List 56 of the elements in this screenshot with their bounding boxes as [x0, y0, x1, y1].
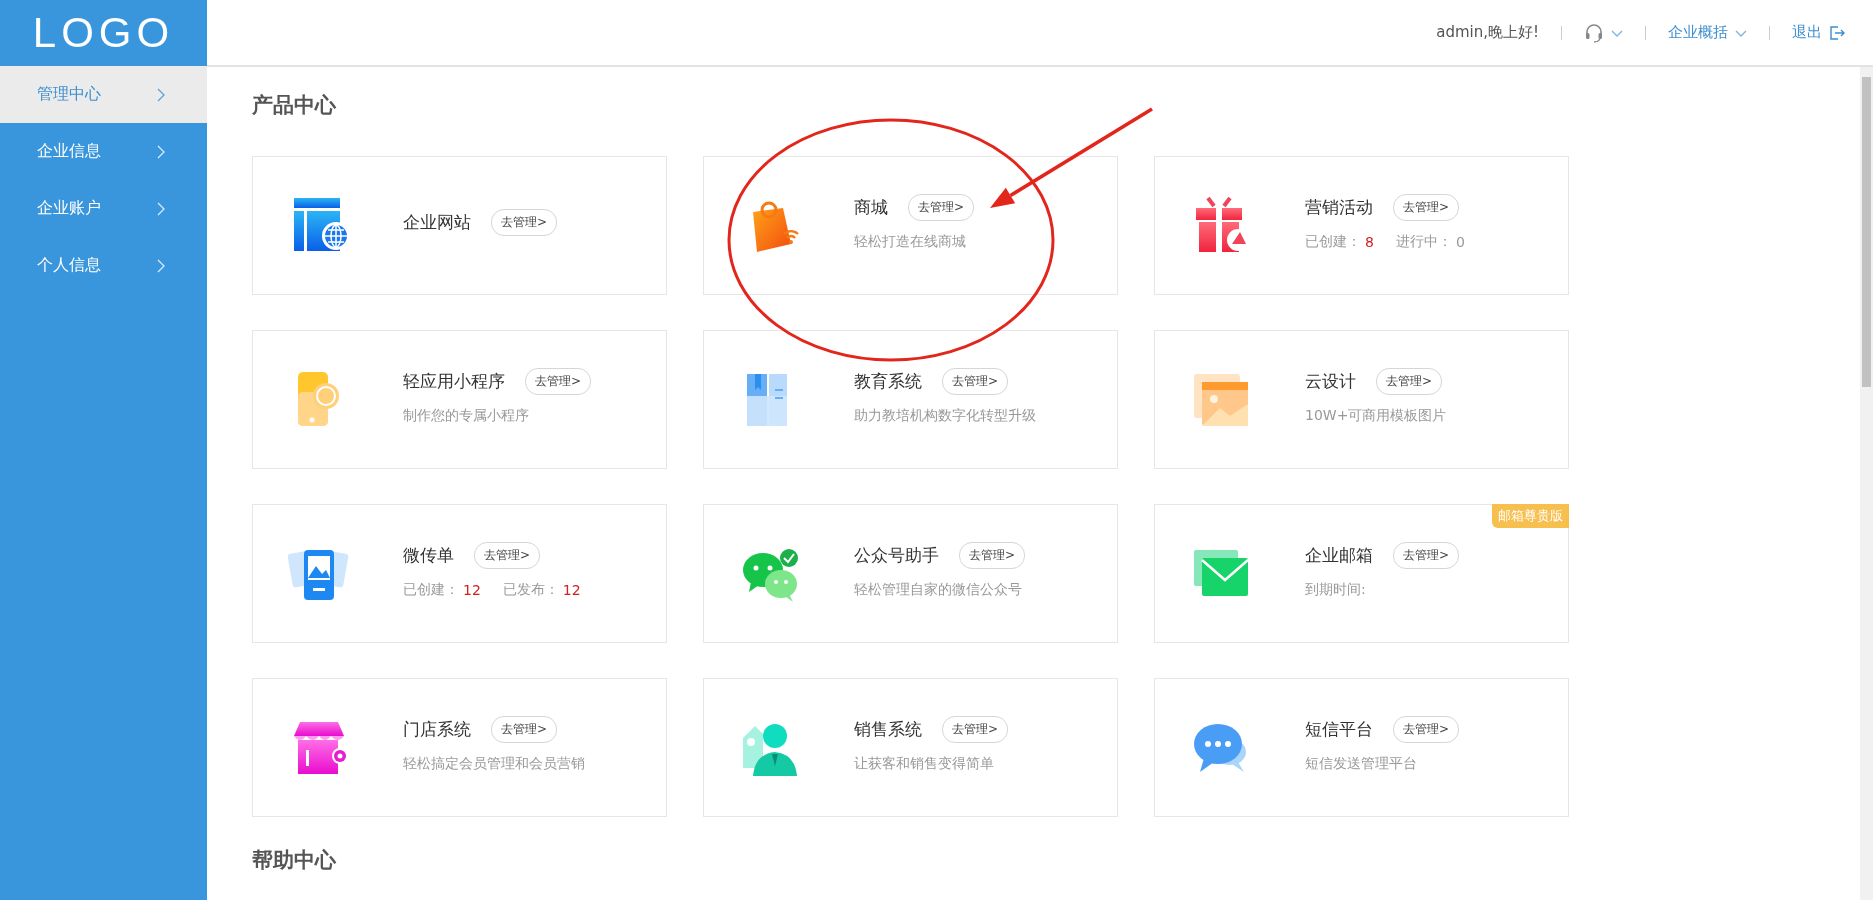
manage-button[interactable]: 去管理> [908, 194, 975, 221]
product-name: 云设计 [1305, 370, 1356, 393]
product-name: 营销活动 [1305, 196, 1373, 219]
stat-label: 已创建： [403, 581, 459, 599]
stat-value: 12 [562, 582, 581, 598]
product-name: 销售系统 [854, 718, 922, 741]
product-description: 10W+可商用模板图片 [1305, 407, 1447, 425]
manage-button[interactable]: 去管理> [474, 542, 541, 569]
manage-button[interactable]: 去管理> [1393, 716, 1460, 743]
product-name: 轻应用小程序 [403, 370, 505, 393]
exit-icon [1829, 24, 1845, 41]
manage-button[interactable]: 去管理> [491, 209, 558, 236]
logo: LOGO [31, 8, 176, 58]
overview-dropdown[interactable]: 企业概括 [1668, 23, 1747, 42]
chevron-right-icon [155, 257, 167, 274]
chevron-right-icon [155, 200, 167, 217]
product-name: 短信平台 [1305, 718, 1373, 741]
manage-button[interactable]: 去管理> [959, 542, 1026, 569]
product-description: 制作您的专属小程序 [403, 407, 530, 425]
product-name: 门店系统 [403, 718, 471, 741]
chevron-right-icon [155, 143, 167, 160]
manage-button[interactable]: 去管理> [1376, 368, 1443, 395]
stat-label: 进行中： [1395, 233, 1452, 251]
support-dropdown[interactable] [1584, 22, 1623, 43]
product-description: 轻松管理自家的微信公众号 [854, 581, 1023, 599]
product-description: 短信发送管理平台 [1305, 755, 1418, 773]
product-name: 企业邮箱 [1305, 544, 1373, 567]
stat-value: 0 [1455, 234, 1465, 250]
product-name: 教育系统 [854, 370, 922, 393]
plan-badge: 邮箱尊贵版 [1492, 504, 1569, 528]
section-title: 帮助中心 [252, 847, 337, 874]
product-name: 公众号助手 [854, 544, 939, 567]
stat-label: 已发布： [502, 581, 559, 599]
product-description: 到期时间: [1305, 581, 1367, 599]
manage-button[interactable]: 去管理> [525, 368, 592, 395]
manage-button[interactable]: 去管理> [491, 716, 558, 743]
product-description: 轻松打造在线商城 [854, 233, 967, 251]
product-description: 助力教培机构数字化转型升级 [854, 407, 1036, 425]
product-description: 轻松搞定会员管理和会员营销 [403, 755, 585, 773]
product-description: 让获客和销售变得简单 [854, 755, 995, 773]
manage-button[interactable]: 去管理> [942, 368, 1009, 395]
section-title: 产品中心 [252, 92, 337, 119]
manage-button[interactable]: 去管理> [1393, 194, 1460, 221]
stat-label: 已创建： [1305, 233, 1361, 251]
logout-link[interactable]: 退出 [1792, 23, 1845, 42]
product-name: 微传单 [403, 544, 454, 567]
headset-icon [1584, 22, 1604, 43]
stat-value: 8 [1365, 234, 1374, 250]
product-name: 商城 [854, 196, 888, 219]
product-name: 企业网站 [403, 211, 471, 234]
manage-button[interactable]: 去管理> [942, 716, 1009, 743]
manage-button[interactable]: 去管理> [1393, 542, 1460, 569]
greeting-text: admin,晚上好! [1436, 23, 1539, 42]
scrollbar[interactable] [1860, 67, 1873, 900]
stat-value: 12 [463, 582, 481, 598]
chevron-right-icon [155, 86, 167, 103]
